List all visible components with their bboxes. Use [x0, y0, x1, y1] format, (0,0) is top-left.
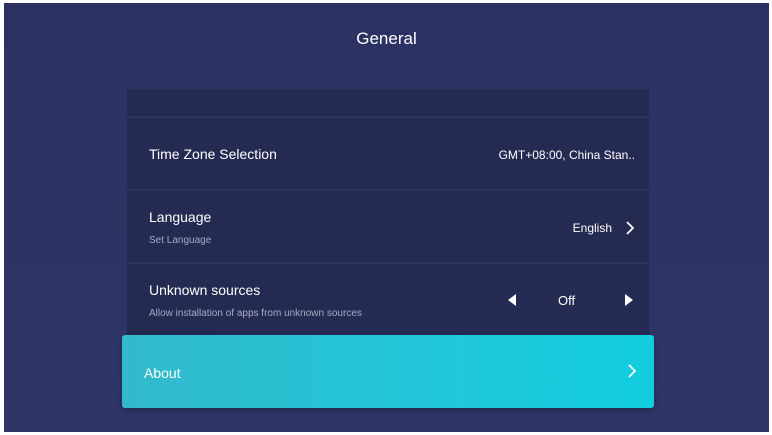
chevron-right-icon	[626, 221, 634, 235]
language-sublabel: Set Language	[149, 235, 212, 246]
settings-screen: General Time Zone Selection GMT+08:00, C…	[4, 3, 769, 432]
unknown-sources-label: Unknown sources	[149, 282, 261, 298]
chevron-right-icon	[628, 364, 636, 378]
settings-row-language[interactable]: Language Set Language English	[127, 190, 649, 262]
time-zone-label: Time Zone Selection	[149, 146, 277, 162]
unknown-sources-sublabel: Allow installation of apps from unknown …	[149, 308, 362, 319]
triangle-left-icon[interactable]	[508, 294, 516, 306]
triangle-right-icon[interactable]	[625, 294, 633, 306]
settings-row-unknown-sources[interactable]: Unknown sources Allow installation of ap…	[127, 263, 649, 335]
about-label: About	[144, 365, 181, 381]
page-title: General	[356, 29, 417, 48]
time-zone-value: GMT+08:00, China Stan..	[498, 148, 635, 162]
settings-row-about[interactable]: About	[122, 335, 654, 408]
language-value: English	[572, 221, 612, 235]
settings-row-partial	[127, 89, 649, 116]
unknown-sources-value: Off	[558, 293, 576, 308]
language-label: Language	[149, 209, 212, 225]
settings-row-time-zone[interactable]: Time Zone Selection GMT+08:00, China Sta…	[127, 117, 649, 189]
